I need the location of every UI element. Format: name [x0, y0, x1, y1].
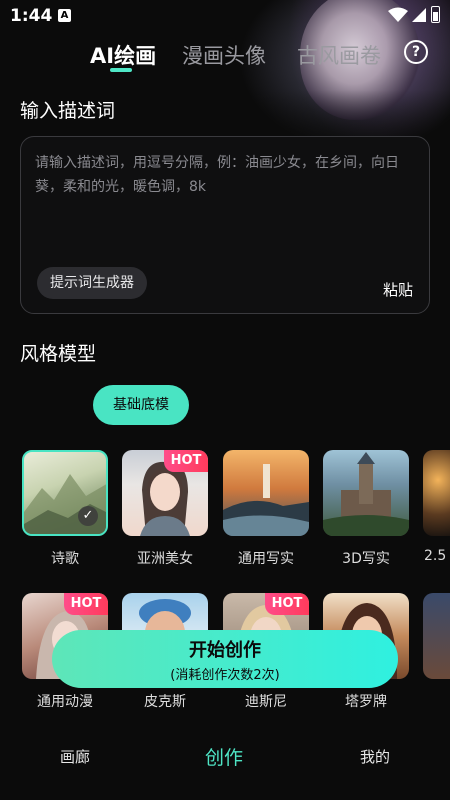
- style-card-poetry[interactable]: ✓: [22, 450, 108, 536]
- start-creation-cost: (消耗创作次数2次): [170, 668, 280, 683]
- description-input[interactable]: 请输入描述词，用逗号分隔，例：油画少女，在乡间，向日葵，柔和的光，暖色调，8k …: [20, 136, 430, 314]
- mountain-landscape-thumbnail: [24, 474, 106, 534]
- style-card-partial[interactable]: [423, 593, 450, 679]
- style-card-label: 3D写实: [342, 551, 390, 567]
- selected-check-icon: ✓: [78, 506, 98, 526]
- style-card-label: 诗歌: [51, 551, 79, 567]
- style-card-3d-realistic[interactable]: [323, 450, 409, 536]
- tab-ai-painting[interactable]: AI绘画: [90, 40, 156, 70]
- style-card-2-5d[interactable]: [423, 450, 450, 536]
- style-card-label: 亚洲美女: [137, 551, 193, 567]
- nav-mine[interactable]: 我的: [360, 746, 390, 767]
- style-card-label: 通用写实: [238, 551, 294, 567]
- style-card-label: 塔罗牌: [345, 694, 387, 710]
- wifi-icon: [388, 7, 408, 22]
- style-card-asian-beauty[interactable]: HOT: [122, 450, 208, 536]
- description-section-title: 输入描述词: [20, 100, 116, 122]
- style-card-label: 通用动漫: [37, 694, 93, 710]
- style-card-label: 2.5: [424, 548, 447, 564]
- description-placeholder: 请输入描述词，用逗号分隔，例：油画少女，在乡间，向日葵，柔和的光，暖色调，8k: [35, 155, 399, 195]
- style-card-label: 迪斯尼: [245, 694, 287, 710]
- nav-create[interactable]: 创作: [205, 743, 243, 770]
- hot-badge: HOT: [265, 593, 309, 615]
- battery-icon: [431, 6, 440, 23]
- bottom-nav: 画廊 创作 我的: [0, 730, 450, 800]
- style-card-realistic[interactable]: [223, 450, 309, 536]
- status-time: 1:44: [10, 6, 53, 26]
- base-model-button[interactable]: 基础底模: [93, 385, 189, 425]
- style-model-section-title: 风格模型: [20, 343, 97, 365]
- signal-icon: [412, 8, 426, 22]
- notification-icon: A: [58, 9, 71, 22]
- castle-thumbnail: [323, 452, 409, 536]
- status-bar: 1:44 A: [0, 0, 450, 32]
- nav-gallery[interactable]: 画廊: [60, 746, 90, 767]
- start-creation-label: 开始创作: [189, 640, 261, 661]
- tab-ancient-scroll[interactable]: 古风画卷: [297, 40, 381, 70]
- help-icon[interactable]: ?: [404, 40, 428, 64]
- paste-button[interactable]: 粘贴: [383, 279, 413, 300]
- top-tabs: AI绘画 漫画头像 古风画卷: [0, 38, 450, 78]
- lighthouse-thumbnail: [223, 464, 309, 536]
- hot-badge: HOT: [164, 450, 208, 472]
- prompt-generator-button[interactable]: 提示词生成器: [37, 267, 147, 299]
- active-tab-indicator: [110, 68, 132, 72]
- tab-comic-avatar[interactable]: 漫画头像: [182, 40, 266, 70]
- start-creation-button[interactable]: 开始创作 (消耗创作次数2次): [52, 630, 398, 688]
- hot-badge: HOT: [64, 593, 108, 615]
- style-card-label: 皮克斯: [144, 694, 186, 710]
